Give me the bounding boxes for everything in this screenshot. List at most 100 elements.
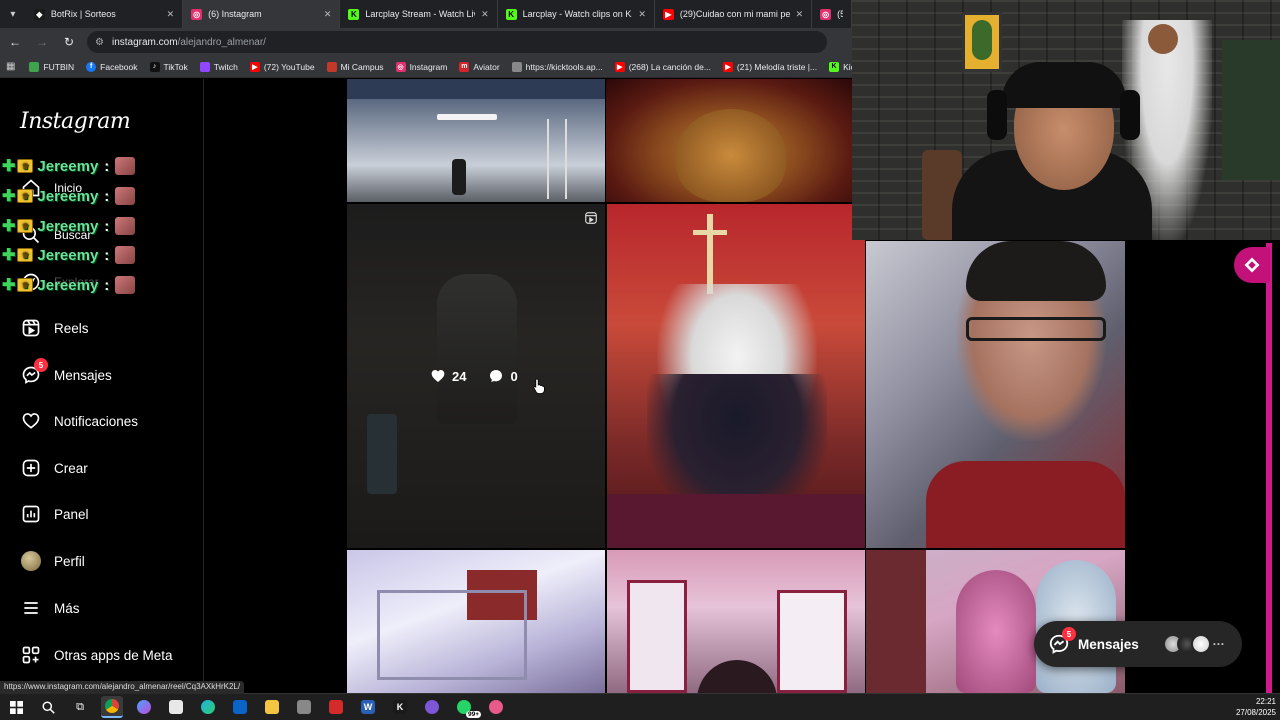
messages-floating-button[interactable]: 5 Mensajes ··· xyxy=(1034,621,1242,667)
chat-emote-icon xyxy=(115,276,136,294)
clock-date: 27/08/2025 xyxy=(1235,708,1276,717)
meta-apps-icon xyxy=(20,644,42,666)
instagram-logo[interactable]: Instagram xyxy=(20,109,131,134)
app-pink-icon[interactable] xyxy=(485,696,507,718)
app-red-icon[interactable] xyxy=(325,696,347,718)
tab-instagram-2[interactable]: ◎ (5) I xyxy=(812,0,852,28)
nav-mas[interactable]: Más xyxy=(20,593,80,623)
nav-perfil[interactable]: Perfil xyxy=(20,546,85,576)
bookmark-mi-campus[interactable]: Mi Campus xyxy=(326,61,384,72)
tab-search-icon[interactable]: ▾ xyxy=(0,0,26,28)
back-arrow-icon[interactable]: ← xyxy=(3,30,27,54)
kick-icon: K xyxy=(348,8,360,20)
gamepad-icon[interactable] xyxy=(293,696,315,718)
nav-crear[interactable]: Crear xyxy=(20,453,88,483)
file-explorer-icon[interactable] xyxy=(261,696,283,718)
whatsapp-badge: 99+ xyxy=(465,711,481,718)
extension-badge-icon[interactable] xyxy=(1234,247,1270,283)
nav-otras-apps-meta[interactable]: Otras apps de Meta xyxy=(20,640,173,670)
hamburger-menu-icon xyxy=(20,597,42,619)
tab-youtube[interactable]: ▶ (29)Cuidao con mi mami pelao ✕ xyxy=(655,0,813,28)
crown-badge-icon: ♛ xyxy=(17,219,34,233)
reload-icon[interactable]: ↻ xyxy=(57,30,81,54)
chat-username: Jereemy xyxy=(37,157,99,175)
discord-icon[interactable] xyxy=(421,696,443,718)
site-settings-icon[interactable]: ⚙ xyxy=(95,37,104,48)
post-thumbnail[interactable] xyxy=(607,550,865,693)
chat-separator: : xyxy=(104,276,110,294)
tab-instagram[interactable]: ◎ (6) Instagram ✕ xyxy=(183,0,341,28)
avatar xyxy=(1190,634,1211,654)
kick-app-icon[interactable]: K xyxy=(389,696,411,718)
likes-stat: 24 xyxy=(430,368,466,384)
reel-badge-icon xyxy=(585,212,597,224)
bookmark-label: https://kicktools.ap... xyxy=(525,61,603,72)
nav-label: Notificaciones xyxy=(54,413,139,429)
bookmark-futbin[interactable]: FUTBIN xyxy=(29,61,74,72)
edge-icon[interactable] xyxy=(197,696,219,718)
nav-mensajes[interactable]: 5 Mensajes xyxy=(20,358,112,390)
word-icon[interactable]: W xyxy=(357,696,379,718)
outlook-icon[interactable] xyxy=(229,696,251,718)
address-bar[interactable]: ⚙ instagram.com/alejandro_almenar/ xyxy=(87,31,827,53)
close-icon[interactable]: ✕ xyxy=(167,9,175,20)
tab-kick-stream[interactable]: K Larcplay Stream - Watch Live o ✕ xyxy=(340,0,498,28)
task-view-icon[interactable]: ⧉ xyxy=(69,696,91,718)
bookmark-tiktok[interactable]: ♪ TikTok xyxy=(149,61,188,72)
copilot-icon[interactable] xyxy=(133,696,155,718)
recent-contacts: ··· xyxy=(1162,634,1225,654)
close-icon[interactable]: ✕ xyxy=(796,9,804,20)
search-icon[interactable] xyxy=(37,696,59,718)
nav-label: Más xyxy=(54,600,80,616)
bookmark-youtube[interactable]: ▶ (72) YouTube xyxy=(249,61,315,72)
post-thumbnail[interactable] xyxy=(347,79,605,202)
forward-arrow-icon[interactable]: → xyxy=(30,30,54,54)
globe-icon xyxy=(511,61,522,72)
comments-count: 0 xyxy=(510,368,518,384)
bookmark-instagram[interactable]: ◎ Instagram xyxy=(395,61,447,72)
bookmarks-bar: ▦ FUTBIN f Facebook ♪ TikTok Twitch ▶ (72) … xyxy=(0,56,859,78)
system-clock[interactable]: 22:21 27/08/2025 xyxy=(1236,696,1276,718)
post-thumbnail[interactable] xyxy=(606,79,852,202)
tab-title: Larcplay - Watch clips on Kick xyxy=(522,9,633,19)
link-status-url: https://www.instagram.com/alejandro_alme… xyxy=(0,681,245,694)
browser-tab-bar: ▾ ◆ BotRix | Sorteos ✕ ◎ (6) Instagram ✕… xyxy=(0,0,852,28)
kick-icon: K xyxy=(829,61,840,72)
whatsapp-icon[interactable]: 99+ xyxy=(453,696,481,718)
post-thumbnail[interactable] xyxy=(866,241,1125,548)
bookmark-yt-cancion[interactable]: ▶ (268) La canción de... xyxy=(614,61,711,72)
chat-message: ✚ ♛ Jereemy: xyxy=(2,244,136,266)
post-thumbnail[interactable] xyxy=(607,204,865,548)
nav-notificaciones[interactable]: Notificaciones xyxy=(20,406,138,436)
chat-message: ✚ ♛ Jereemy: xyxy=(2,274,136,296)
windows-taskbar: ⧉ W K 99+ 22:21 27/08/2025 xyxy=(0,693,1280,720)
tab-kick-clips[interactable]: K Larcplay - Watch clips on Kick ✕ xyxy=(498,0,655,28)
tiktok-icon: ♪ xyxy=(149,61,160,72)
chat-username: Jereemy xyxy=(37,246,99,264)
notification-badge: 5 xyxy=(34,358,48,372)
twitch-icon xyxy=(199,61,210,72)
botrix-icon: ◆ xyxy=(33,8,45,20)
close-icon[interactable]: ✕ xyxy=(638,9,646,20)
nav-reels[interactable]: Reels xyxy=(20,313,89,343)
bookmark-kicktools[interactable]: https://kicktools.ap... xyxy=(511,61,603,72)
bookmark-facebook[interactable]: f Facebook xyxy=(86,61,138,72)
close-icon[interactable]: ✕ xyxy=(481,9,489,20)
tab-botrix[interactable]: ◆ BotRix | Sorteos ✕ xyxy=(26,0,184,28)
bookmark-yt-melodia[interactable]: ▶ (21) Melodía triste |... xyxy=(722,61,817,72)
nav-label: Crear xyxy=(54,460,88,476)
close-icon[interactable]: ✕ xyxy=(324,9,332,20)
aviator-icon: m xyxy=(459,61,470,72)
reels-icon xyxy=(20,317,42,339)
plus-badge-icon: ✚ xyxy=(2,188,16,205)
nav-panel[interactable]: Panel xyxy=(20,499,89,529)
profile-avatar xyxy=(20,550,42,572)
apps-grid-icon[interactable]: ▦ xyxy=(6,60,15,74)
bookmark-twitch[interactable]: Twitch xyxy=(199,61,238,72)
chrome-taskbar-icon[interactable] xyxy=(101,696,123,718)
store-icon[interactable] xyxy=(165,696,187,718)
crown-badge-icon: ♛ xyxy=(17,278,34,292)
bookmark-aviator[interactable]: m Aviator xyxy=(459,61,500,72)
windows-start-icon[interactable] xyxy=(5,696,27,718)
post-thumbnail[interactable] xyxy=(347,550,605,693)
